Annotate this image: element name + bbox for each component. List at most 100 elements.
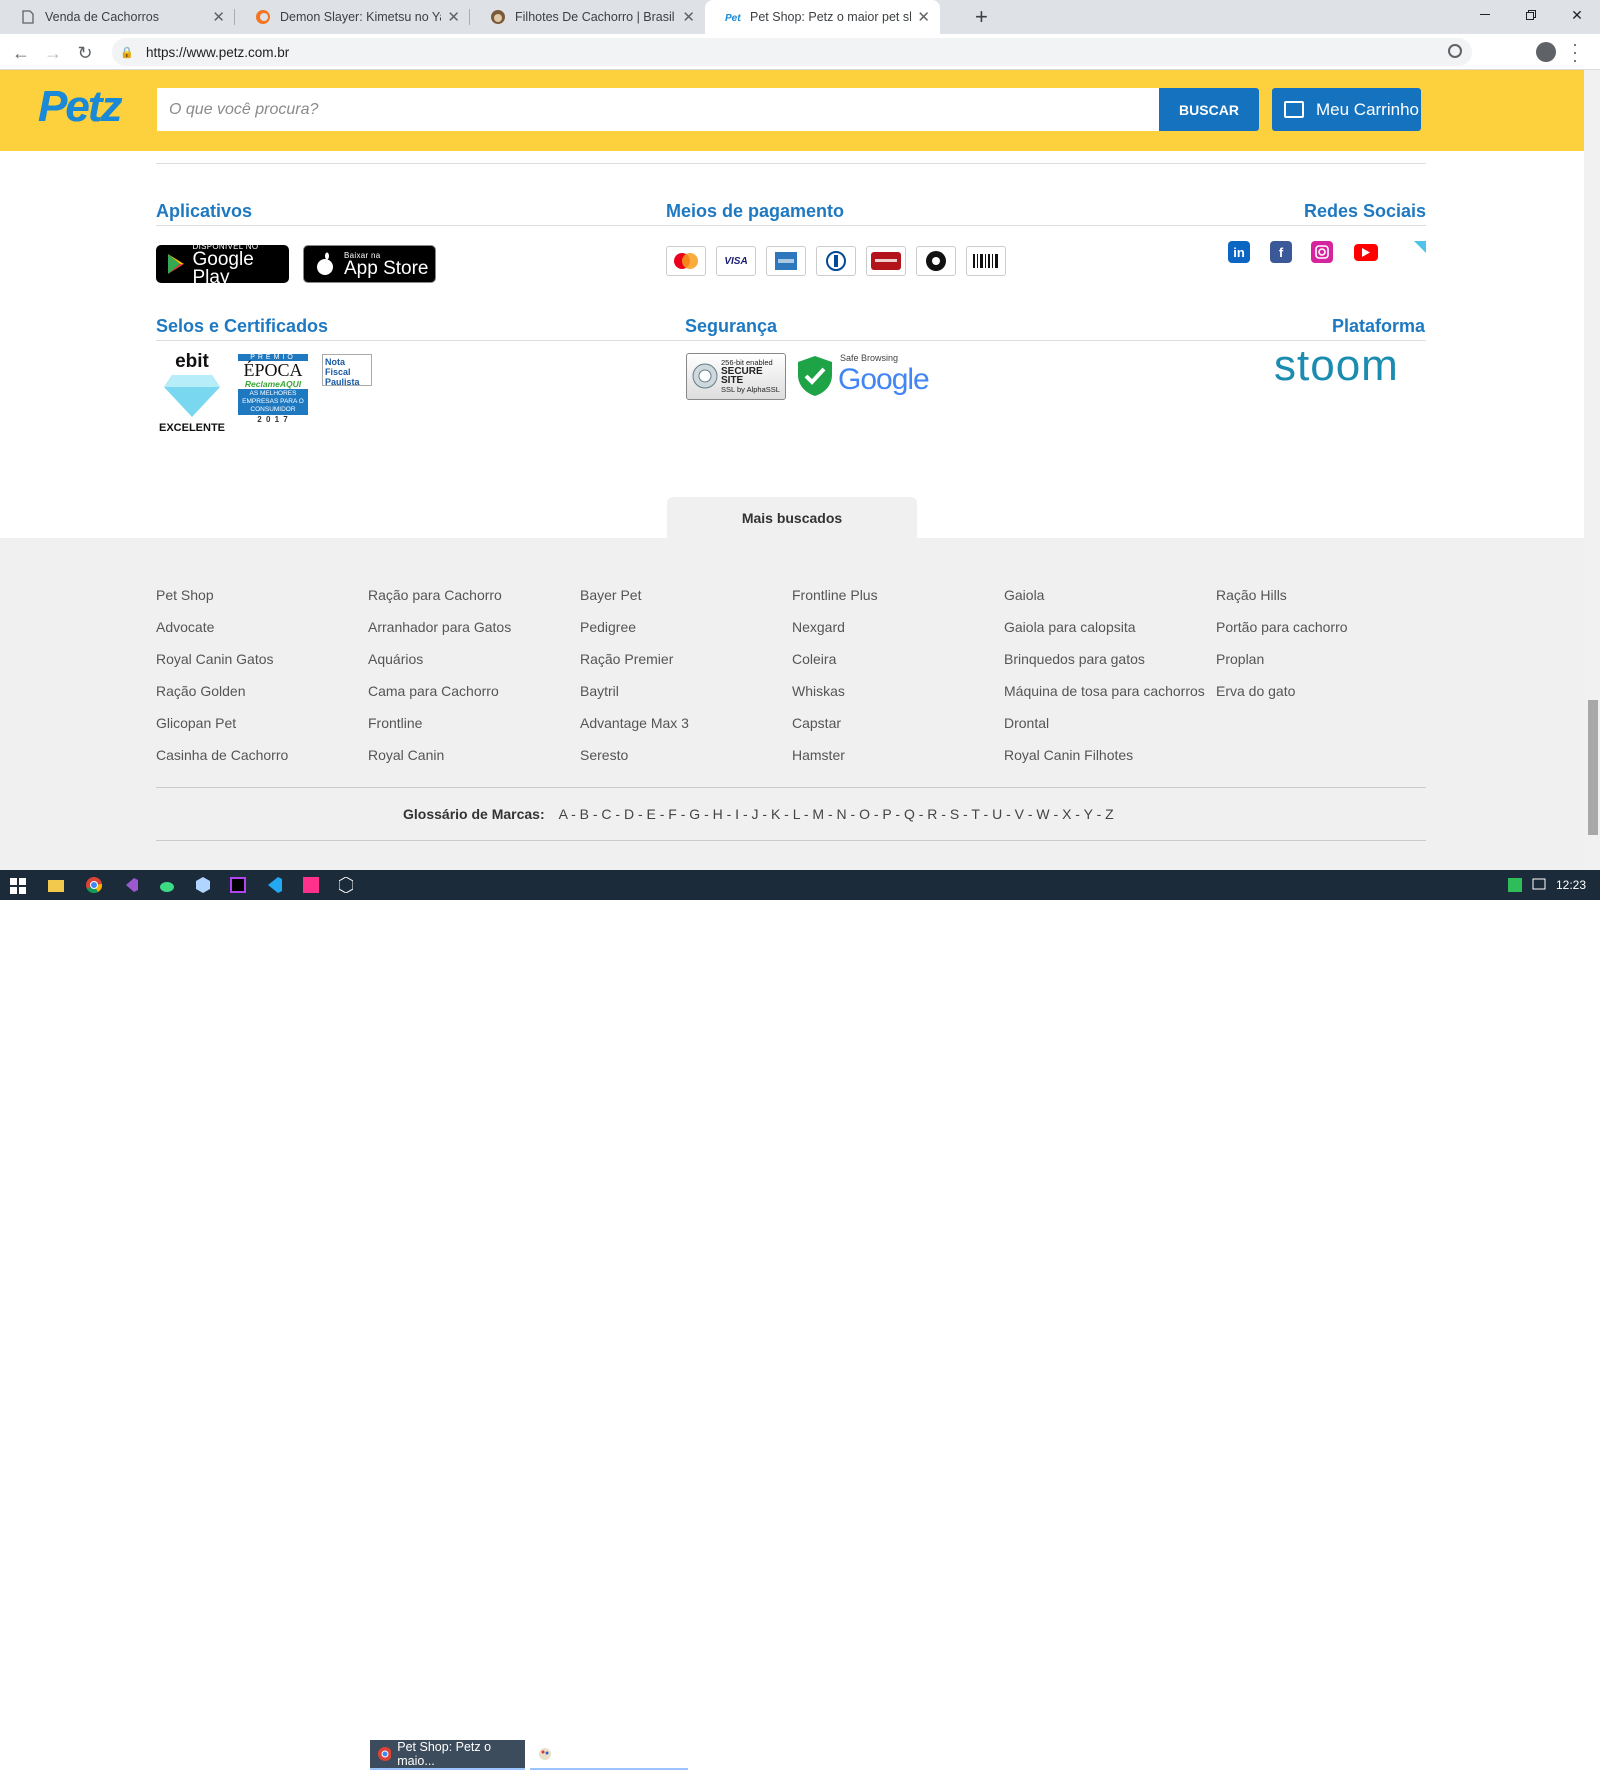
popular-search-link[interactable]: Frontline xyxy=(368,715,422,731)
popular-search-link[interactable]: Hamster xyxy=(792,747,845,763)
popular-search-link[interactable]: Frontline Plus xyxy=(792,587,878,603)
cart-button[interactable]: Meu Carrinho xyxy=(1272,88,1421,131)
popular-search-link[interactable]: Nexgard xyxy=(792,619,845,635)
popular-search-link[interactable]: Ração Premier xyxy=(580,651,673,667)
back-icon[interactable]: ← xyxy=(8,40,34,66)
ebit-level: EXCELENTE xyxy=(158,422,225,434)
popular-search-link[interactable]: Drontal xyxy=(1004,715,1049,731)
instagram-icon[interactable] xyxy=(1311,241,1333,263)
notification-icon[interactable] xyxy=(1532,878,1546,892)
taskbar-app-chrome[interactable]: Pet Shop: Petz o maio... xyxy=(370,1740,525,1770)
popular-search-link[interactable]: Gaiola xyxy=(1004,587,1044,603)
search-input[interactable] xyxy=(157,88,1159,131)
popular-search-link[interactable]: Brinquedos para gatos xyxy=(1004,651,1145,667)
translate-blocked-icon[interactable] xyxy=(1448,44,1462,58)
popular-search-link[interactable]: Proplan xyxy=(1216,651,1264,667)
popular-search-link[interactable]: Baytril xyxy=(580,683,619,699)
cube-app-icon[interactable] xyxy=(339,877,353,893)
popular-search-link[interactable]: Bayer Pet xyxy=(580,587,641,603)
popular-search-link[interactable]: Whiskas xyxy=(792,683,845,699)
android-studio-icon[interactable] xyxy=(159,878,175,892)
popular-search-link[interactable]: Gaiola para calopsita xyxy=(1004,619,1136,635)
popular-search-link[interactable]: Erva do gato xyxy=(1216,683,1295,699)
popular-search-link[interactable]: Aquários xyxy=(368,651,423,667)
profile-avatar-icon[interactable] xyxy=(1536,42,1556,62)
petz-logo[interactable]: Petz xyxy=(38,82,122,132)
popular-search-link[interactable]: Royal Canin Gatos xyxy=(156,651,274,667)
popular-search-link[interactable]: Ração Golden xyxy=(156,683,246,699)
restore-icon[interactable] xyxy=(1508,0,1554,30)
elo-icon xyxy=(916,246,956,276)
glossary-label: Glossário de Marcas: xyxy=(403,806,545,822)
divider xyxy=(156,340,1426,341)
vscode-icon[interactable] xyxy=(266,877,282,893)
jetbrains-icon[interactable] xyxy=(303,877,319,893)
seals-title: Selos e Certificados xyxy=(156,316,329,336)
popular-search-link[interactable]: Advocate xyxy=(156,619,214,635)
file-explorer-icon[interactable] xyxy=(48,878,64,892)
new-tab-button[interactable]: + xyxy=(975,4,988,30)
chrome-icon[interactable] xyxy=(86,877,102,893)
popular-search-link[interactable]: Royal Canin Filhotes xyxy=(1004,747,1133,763)
amex-icon xyxy=(766,246,806,276)
crunchyroll-icon xyxy=(255,9,271,25)
app-store-badge[interactable]: Baixar na App Store xyxy=(303,245,436,283)
popular-search-link[interactable]: Arranhador para Gatos xyxy=(368,619,511,635)
taskbar-app-title: print1.png - Paint xyxy=(558,1747,654,1761)
popular-search-link[interactable]: Cama para Cachorro xyxy=(368,683,499,699)
popular-search-link[interactable]: Capstar xyxy=(792,715,841,731)
popular-search-link[interactable]: Máquina de tosa para cachorros xyxy=(1004,683,1205,699)
linkedin-icon[interactable]: in xyxy=(1228,241,1250,263)
glossary-letters[interactable]: A - B - C - D - E - F - G - H - I - J - … xyxy=(559,806,1114,822)
reload-icon[interactable]: ↻ xyxy=(72,40,98,66)
browser-tab[interactable]: Venda de Cachorros ✕ xyxy=(0,0,235,34)
close-window-icon[interactable]: ✕ xyxy=(1554,0,1600,30)
diamond-icon xyxy=(164,375,220,417)
close-tab-icon[interactable]: ✕ xyxy=(917,8,930,26)
youtube-icon[interactable] xyxy=(1354,244,1378,261)
melhores-label: AS MELHORES EMPRESAS PARA O CONSUMIDOR xyxy=(238,389,308,415)
address-bar[interactable]: 🔒 https://www.petz.com.br xyxy=(112,38,1472,66)
facebook-icon[interactable]: f xyxy=(1270,241,1292,263)
close-tab-icon[interactable]: ✕ xyxy=(447,8,460,26)
browser-tab[interactable]: Demon Slayer: Kimetsu no Yaiba ✕ xyxy=(235,0,470,34)
popular-search-link[interactable]: Ração para Cachorro xyxy=(368,587,502,603)
close-tab-icon[interactable]: ✕ xyxy=(682,8,695,26)
divider xyxy=(156,840,1426,841)
windows-start-icon[interactable] xyxy=(10,878,26,894)
minimize-icon[interactable] xyxy=(1462,0,1508,30)
browser-tab-active[interactable]: Petz Pet Shop: Petz o maior pet shop ✕ xyxy=(705,0,940,34)
search-button[interactable]: BUSCAR xyxy=(1159,88,1259,131)
google-play-badge[interactable]: DISPONÍVEL NO Google Play xyxy=(156,242,289,287)
url-text[interactable]: https://www.petz.com.br xyxy=(146,45,289,60)
stoom-logo[interactable]: stoom xyxy=(1274,341,1399,391)
popular-search-link[interactable]: Royal Canin xyxy=(368,747,444,763)
taskbar-app-paint[interactable]: print1.png - Paint xyxy=(530,1740,688,1770)
tray-app-icon[interactable] xyxy=(1508,878,1522,892)
visual-studio-icon[interactable] xyxy=(122,877,138,893)
browser-tab[interactable]: Filhotes De Cachorro | Brasil | Filh ✕ xyxy=(470,0,705,34)
popular-search-link[interactable]: Coleira xyxy=(792,651,836,667)
popular-search-link[interactable]: Glicopan Pet xyxy=(156,715,236,731)
popular-search-link[interactable]: Portão para cachorro xyxy=(1216,619,1348,635)
tab-mais-buscados[interactable]: Mais buscados xyxy=(667,497,917,538)
brand-glossary: Glossário de Marcas: A - B - C - D - E - … xyxy=(403,806,1114,822)
clock[interactable]: 12:23 xyxy=(1556,878,1586,892)
forward-icon[interactable]: → xyxy=(40,40,66,66)
shopping-bag-icon xyxy=(1284,101,1304,118)
phpstorm-icon[interactable] xyxy=(230,877,246,893)
taskbar-app-title: Pet Shop: Petz o maio... xyxy=(397,1740,492,1768)
scrollbar-thumb[interactable] xyxy=(1588,700,1598,835)
tab-title: Filhotes De Cachorro | Brasil | Filh xyxy=(515,10,676,24)
box-app-icon[interactable] xyxy=(196,877,210,893)
popular-search-link[interactable]: Pedigree xyxy=(580,619,636,635)
tab-title: Venda de Cachorros xyxy=(45,10,159,24)
popular-search-link[interactable]: Ração Hills xyxy=(1216,587,1287,603)
browser-menu-icon[interactable]: · · · xyxy=(1572,35,1578,69)
popular-search-link[interactable]: Seresto xyxy=(580,747,628,763)
close-tab-icon[interactable]: ✕ xyxy=(212,8,225,26)
popular-search-link[interactable]: Casinha de Cachorro xyxy=(156,747,288,763)
popular-search-link[interactable]: Pet Shop xyxy=(156,587,214,603)
tab-title: Demon Slayer: Kimetsu no Yaiba xyxy=(280,10,441,24)
popular-search-link[interactable]: Advantage Max 3 xyxy=(580,715,689,731)
